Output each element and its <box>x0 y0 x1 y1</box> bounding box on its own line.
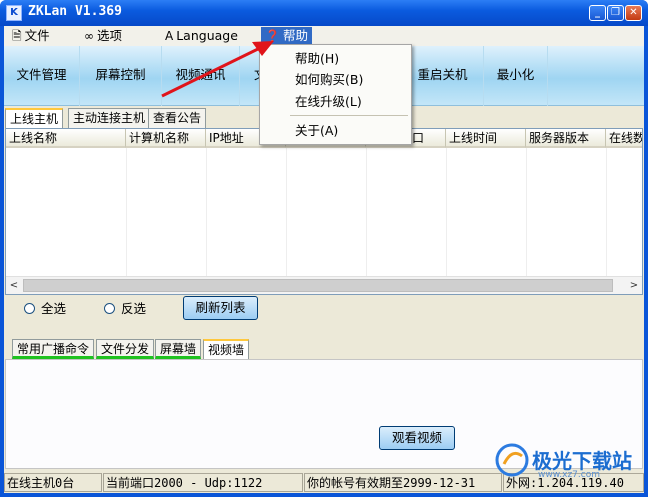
watermark-logo-icon <box>495 443 529 477</box>
arrow-shaft <box>161 46 261 98</box>
watermark: 极光下载站 www.xz7.com <box>494 440 644 480</box>
arrow-head-icon <box>252 41 274 56</box>
annotation-arrow <box>161 41 274 98</box>
watermark-url: www.xz7.com <box>538 470 600 480</box>
